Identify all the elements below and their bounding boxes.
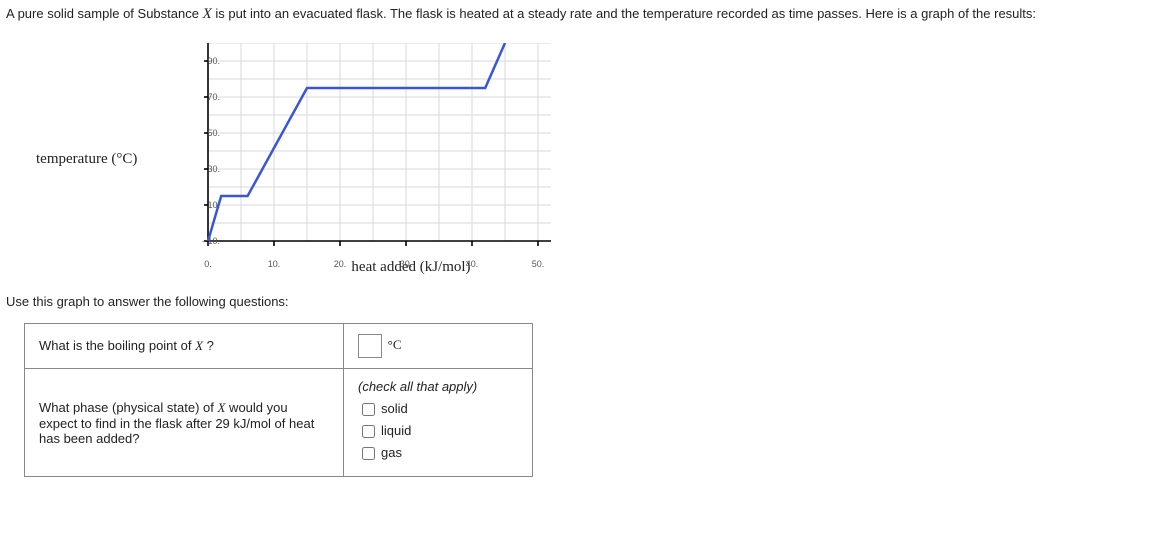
ytick-50: 50.	[207, 128, 220, 138]
option-label-liquid: liquid	[381, 423, 411, 438]
y-axis-label: temperature (°C)	[36, 151, 137, 168]
q2-prompt-cell: What phase (physical state) of X would y…	[25, 369, 344, 477]
option-label-gas: gas	[381, 445, 402, 460]
q1-var-x: X	[195, 338, 203, 353]
intro-part1: A pure solid sample of Substance	[6, 6, 203, 21]
q1-prompt-b: ?	[203, 338, 214, 353]
q1-prompt-cell: What is the boiling point of X ?	[25, 324, 344, 369]
table-row: What phase (physical state) of X would y…	[25, 369, 533, 477]
check-all-hint: (check all that apply)	[358, 379, 518, 394]
xtick-0: 0.	[204, 259, 212, 269]
xtick-10: 10.	[268, 259, 281, 269]
plot-wrap: 90. 70. 50. 30. 10. - 10. 0. 10. 20. 30.…	[198, 43, 568, 257]
xtick-20: 20.	[334, 259, 347, 269]
ytick-neg10: - 10.	[202, 236, 220, 246]
intro-part2: is put into an evacuated flask. The flas…	[212, 6, 1036, 21]
question-table: What is the boiling point of X ? °C What…	[24, 323, 533, 477]
sub-instruction: Use this graph to answer the following q…	[6, 294, 1148, 309]
xtick-40: 40.	[466, 259, 479, 269]
checkbox-solid[interactable]	[362, 403, 375, 416]
checkbox-gas[interactable]	[362, 447, 375, 460]
q2-prompt-a: What phase (physical state) of	[39, 400, 217, 415]
q2-answer-cell: (check all that apply) solid liquid gas	[344, 369, 533, 477]
xtick-50: 50.	[532, 259, 545, 269]
ytick-70: 70.	[207, 92, 220, 102]
table-row: What is the boiling point of X ? °C	[25, 324, 533, 369]
boiling-point-input[interactable]	[358, 334, 382, 358]
chart-svg	[198, 43, 558, 257]
q1-prompt-a: What is the boiling point of	[39, 338, 195, 353]
option-liquid: liquid	[358, 422, 518, 441]
ytick-10: 10.	[207, 200, 220, 210]
ytick-90: 90.	[207, 56, 220, 66]
option-label-solid: solid	[381, 401, 408, 416]
option-solid: solid	[358, 400, 518, 419]
intro-text: A pure solid sample of Substance X is pu…	[6, 4, 1148, 25]
heating-curve-line	[208, 43, 505, 241]
unit-label: °C	[388, 337, 402, 352]
chart-area: temperature (°C) 90. 70. 50. 30. 10. - 1…	[46, 43, 1148, 276]
ytick-30: 30.	[207, 164, 220, 174]
intro-var-x: X	[203, 6, 212, 22]
option-gas: gas	[358, 444, 518, 463]
checkbox-liquid[interactable]	[362, 425, 375, 438]
xtick-30: 30.	[400, 259, 413, 269]
q1-answer-cell: °C	[344, 324, 533, 369]
